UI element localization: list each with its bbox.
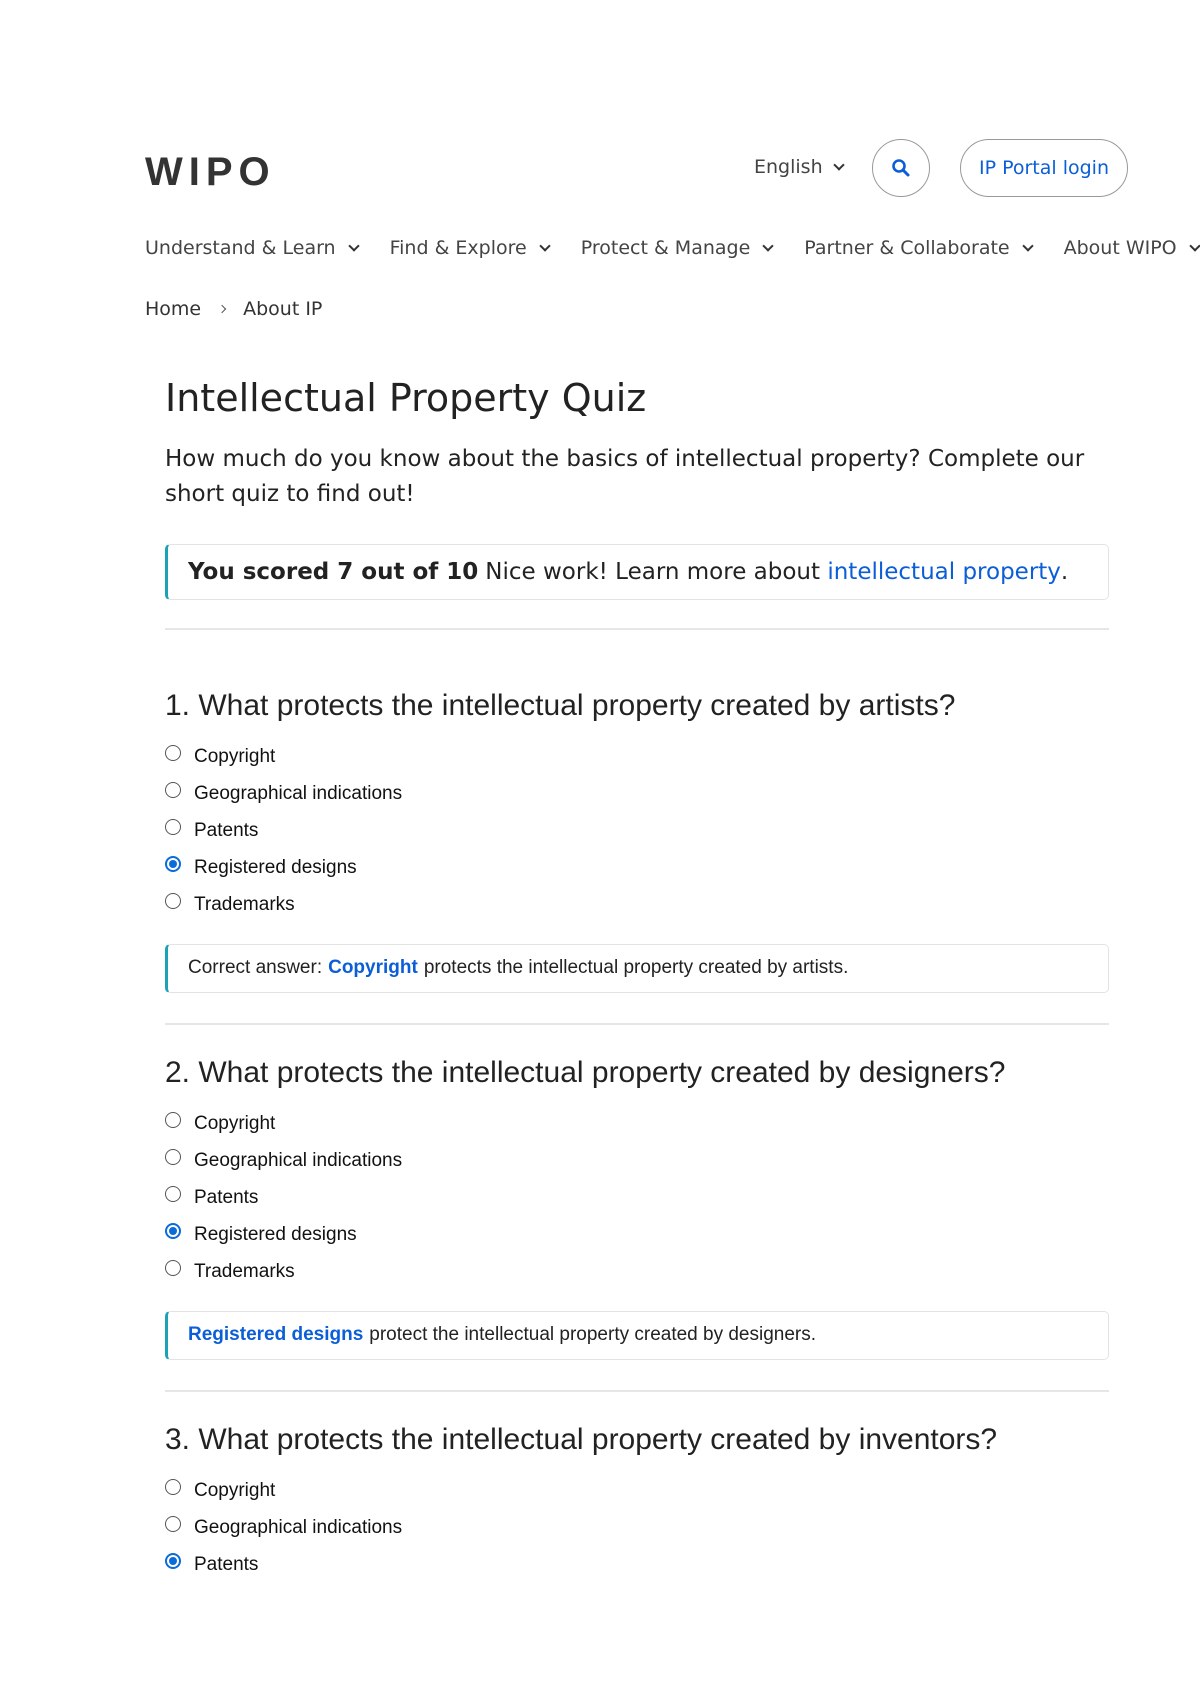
radio-button[interactable]: [165, 1479, 181, 1496]
option-label: Geographical indications: [194, 783, 403, 805]
feedback-text: protects the intellectual property creat…: [423, 957, 849, 979]
option-label: Registered designs: [194, 857, 357, 879]
score-text: You scored 7 out of 10: [188, 558, 479, 585]
nav-item-find-explore[interactable]: Find & Explore: [389, 237, 551, 259]
score-suffix: .: [1060, 558, 1069, 585]
nav-item-label: Protect & Manage: [580, 237, 751, 259]
wipo-logo[interactable]: WIPO: [145, 150, 276, 195]
radio-button-selected[interactable]: [165, 1553, 181, 1570]
option-copyright[interactable]: Copyright: [165, 1473, 1109, 1510]
question-title: 1. What protects the intellectual proper…: [165, 688, 956, 722]
option-label: Registered designs: [194, 1224, 357, 1246]
option-label: Trademarks: [194, 1261, 295, 1283]
radio-button[interactable]: [165, 819, 181, 836]
question-title: 2. What protects the intellectual proper…: [165, 1055, 1006, 1089]
option-registered-designs[interactable]: Registered designs: [165, 1217, 1109, 1254]
question-2: 2. What protects the intellectual proper…: [165, 1055, 1109, 1360]
feedback-highlight: Copyright: [328, 957, 418, 979]
question-title: 3. What protects the intellectual proper…: [165, 1422, 998, 1456]
option-geographical-indications[interactable]: Geographical indications: [165, 776, 1109, 813]
question-3: 3. What protects the intellectual proper…: [165, 1422, 1109, 1584]
chevron-down-icon: [347, 239, 360, 252]
option-trademarks[interactable]: Trademarks: [165, 887, 1109, 924]
chevron-down-icon: [1021, 239, 1034, 252]
answer-options: Copyright Geographical indications Paten…: [165, 1106, 1109, 1291]
nav-item-about-wipo[interactable]: About WIPO: [1063, 237, 1200, 259]
site-header: WIPO English IP Portal login: [145, 138, 1130, 198]
ip-portal-login-button[interactable]: IP Portal login: [960, 139, 1128, 197]
option-label: Trademarks: [194, 894, 295, 916]
answer-options: Copyright Geographical indications Paten…: [165, 1473, 1109, 1584]
nav-item-label: Find & Explore: [389, 237, 527, 259]
nav-item-partner-collaborate[interactable]: Partner & Collaborate: [804, 237, 1034, 259]
main-nav: Understand & Learn Find & Explore Protec…: [145, 237, 1200, 259]
radio-button[interactable]: [165, 1149, 181, 1166]
radio-button[interactable]: [165, 1186, 181, 1203]
radio-button-selected[interactable]: [165, 1223, 181, 1240]
chevron-right-icon: [217, 304, 227, 314]
nav-item-label: Partner & Collaborate: [804, 237, 1010, 259]
nav-item-understand-learn[interactable]: Understand & Learn: [145, 237, 360, 259]
option-patents[interactable]: Patents: [165, 813, 1109, 850]
radio-button[interactable]: [165, 745, 181, 762]
score-message: Nice work! Learn more about: [485, 558, 821, 585]
radio-button[interactable]: [165, 893, 181, 910]
option-label: Copyright: [194, 746, 276, 768]
option-label: Patents: [194, 820, 259, 842]
main-content: Intellectual Property Quiz How much do y…: [165, 376, 1109, 1584]
option-copyright[interactable]: Copyright: [165, 1106, 1109, 1143]
radio-button[interactable]: [165, 1260, 181, 1277]
divider: [165, 627, 1109, 630]
feedback-prefix: Correct answer:: [188, 957, 323, 979]
language-selector[interactable]: English: [754, 156, 845, 178]
chevron-down-icon: [1188, 239, 1200, 252]
option-geographical-indications[interactable]: Geographical indications: [165, 1510, 1109, 1547]
intellectual-property-link[interactable]: intellectual property: [827, 559, 1061, 585]
answer-feedback: Correct answer: Copyright protects the i…: [165, 943, 1109, 993]
option-label: Copyright: [194, 1480, 276, 1502]
chevron-down-icon: [762, 239, 774, 252]
breadcrumb-home[interactable]: Home: [145, 298, 201, 320]
divider: [165, 1389, 1109, 1392]
radio-button-selected[interactable]: [165, 856, 181, 873]
language-label: English: [754, 156, 823, 178]
chevron-down-icon: [539, 239, 551, 252]
option-trademarks[interactable]: Trademarks: [165, 1254, 1109, 1291]
option-label: Geographical indications: [194, 1150, 403, 1172]
nav-item-label: Understand & Learn: [145, 237, 336, 259]
score-callout: You scored 7 out of 10 Nice work! Learn …: [165, 543, 1109, 600]
option-copyright[interactable]: Copyright: [165, 739, 1109, 776]
option-registered-designs[interactable]: Registered designs: [165, 850, 1109, 887]
option-patents[interactable]: Patents: [165, 1547, 1109, 1584]
radio-button[interactable]: [165, 782, 181, 799]
divider: [165, 1022, 1109, 1025]
breadcrumb: Home About IP: [145, 298, 322, 320]
nav-item-protect-manage[interactable]: Protect & Manage: [580, 237, 774, 259]
option-geographical-indications[interactable]: Geographical indications: [165, 1143, 1109, 1180]
page-intro: How much do you know about the basics of…: [165, 445, 1085, 507]
radio-button[interactable]: [165, 1112, 181, 1129]
option-patents[interactable]: Patents: [165, 1180, 1109, 1217]
answer-feedback: Registered designs protect the intellect…: [165, 1310, 1109, 1360]
feedback-highlight: Registered designs: [188, 1324, 364, 1346]
option-label: Geographical indications: [194, 1517, 403, 1539]
search-icon: [892, 159, 910, 177]
breadcrumb-about-ip[interactable]: About IP: [243, 298, 322, 320]
page-title: Intellectual Property Quiz: [165, 376, 647, 420]
chevron-down-icon: [832, 158, 845, 171]
feedback-text: protect the intellectual property create…: [369, 1324, 817, 1346]
option-label: Patents: [194, 1554, 259, 1576]
question-1: 1. What protects the intellectual proper…: [165, 688, 1109, 993]
radio-button[interactable]: [165, 1516, 181, 1533]
option-label: Patents: [194, 1187, 259, 1209]
search-button[interactable]: [872, 139, 930, 197]
answer-options: Copyright Geographical indications Paten…: [165, 739, 1109, 924]
option-label: Copyright: [194, 1113, 276, 1135]
nav-item-label: About WIPO: [1063, 237, 1177, 259]
